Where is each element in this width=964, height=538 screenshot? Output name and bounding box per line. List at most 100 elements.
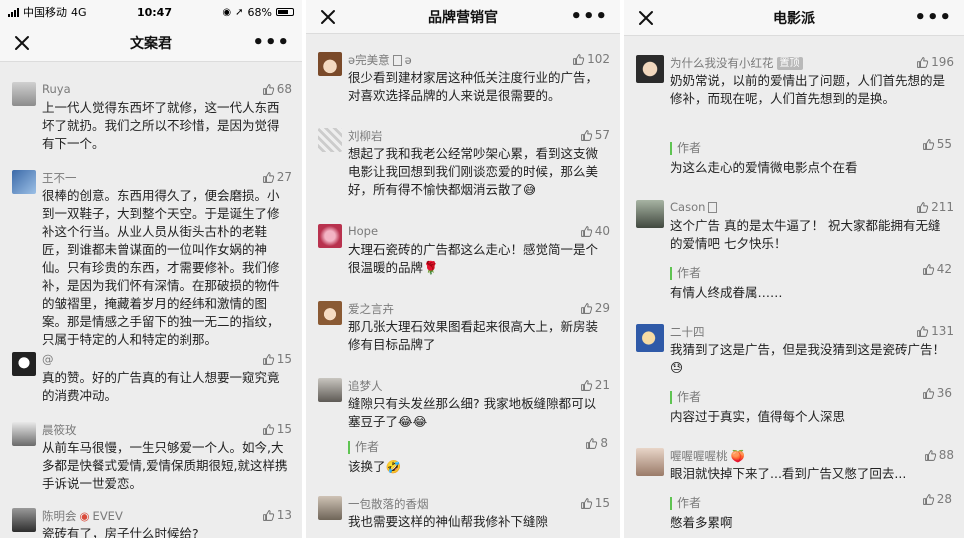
thumb-up-icon xyxy=(916,325,929,338)
thumb-up-icon xyxy=(262,353,275,366)
like-count: 42 xyxy=(936,262,952,276)
avatar[interactable] xyxy=(318,378,342,402)
comment-text: 想起了我和我老公经常吵架心累，看到这支微电影让我回想到我们刚谈恋爱的时候，那么美… xyxy=(348,146,599,197)
like-count: 57 xyxy=(594,128,610,142)
reply-like-button[interactable]: 8 xyxy=(585,436,608,450)
close-icon[interactable] xyxy=(12,33,32,53)
more-icon[interactable]: ••• xyxy=(914,8,952,27)
author-label: 作者 xyxy=(348,441,379,454)
commenter-name: 爱之言卉 xyxy=(348,302,394,316)
avatar[interactable] xyxy=(318,52,342,76)
thumb-up-icon xyxy=(262,171,275,184)
like-button[interactable]: 211 xyxy=(916,200,954,214)
reply-text: 该换了🤣 xyxy=(348,459,402,474)
like-button[interactable]: 68 xyxy=(262,82,292,96)
wechat-article-comments-panel: 电影派 ••• 为什么我没有小红花 置顶 196 奶奶常说，以前的爱情出了问题，人… xyxy=(624,0,964,538)
avatar[interactable] xyxy=(636,55,664,83)
like-count: 211 xyxy=(931,200,954,214)
avatar[interactable] xyxy=(12,422,36,446)
commenter-name: 追梦人 xyxy=(348,379,383,393)
comment-text: 很棒的创意。东西用得久了，便会磨损。小到一双鞋子，大到整个天空。于是诞生了修补这… xyxy=(42,188,280,347)
like-button[interactable]: 21 xyxy=(580,378,610,392)
commenter-name: Cason xyxy=(670,200,718,214)
reply-text: 内容过于真实，值得每个人深思 xyxy=(670,409,846,424)
author-reply: 作者 8 该换了🤣 xyxy=(348,436,608,476)
like-button[interactable]: 15 xyxy=(262,422,292,436)
commenter-name-suffix: EVEV xyxy=(92,509,123,523)
like-count: 29 xyxy=(594,301,610,315)
commenter-name-text: Cason xyxy=(670,200,706,214)
avatar[interactable] xyxy=(318,496,342,520)
thumb-up-icon xyxy=(580,129,593,142)
author-label: 作者 xyxy=(670,497,701,510)
avatar[interactable] xyxy=(12,352,36,376)
commenter-name: 王不一 xyxy=(42,171,77,185)
author-reply: 作者 42 有情人终成眷属…… xyxy=(670,262,952,302)
like-button[interactable]: 40 xyxy=(580,224,610,238)
like-button[interactable]: 27 xyxy=(262,170,292,184)
commenter-name-text: ә完美意 xyxy=(348,53,390,67)
nav-bar: 文案君 ••• xyxy=(0,24,302,62)
like-count: 196 xyxy=(931,55,954,69)
comment-text: 眼泪就快掉下来了...看到广告又憋了回去... xyxy=(670,466,907,481)
like-count: 13 xyxy=(276,508,292,522)
like-button[interactable]: 102 xyxy=(572,52,610,66)
commenter-name: 晨筱玫 xyxy=(42,423,77,437)
comment-text: 大理石瓷砖的广告都这么走心！感觉简一是个很温暖的品牌🌹 xyxy=(348,242,599,275)
reply-like-button[interactable]: 28 xyxy=(922,492,952,506)
commenter-name-text: 陈明会 xyxy=(42,509,77,523)
avatar[interactable] xyxy=(636,200,664,228)
commenter-name: Hope xyxy=(348,224,379,238)
placeholder-box-icon xyxy=(708,201,718,213)
commenter-name: @ xyxy=(42,352,54,366)
close-icon[interactable] xyxy=(636,8,656,28)
thumb-up-icon xyxy=(916,201,929,214)
comment-text: 从前车马很慢，一生只够爱一个人。如今,大多都是快餐式爱情,爱情保质期很短,就这样… xyxy=(42,440,288,491)
page-title: 品牌营销官 xyxy=(428,9,498,26)
alarm-icon: ➚ xyxy=(235,6,244,18)
peach-emoji: 🍑 xyxy=(730,449,745,463)
close-icon[interactable] xyxy=(318,7,338,27)
avatar[interactable] xyxy=(636,448,664,476)
reply-text: 为这么走心的爱情微电影点个在看 xyxy=(670,160,858,175)
network-type: 4G xyxy=(71,5,87,19)
commenter-name: 二十四 xyxy=(670,325,705,339)
comment-text: 很少看到建材家居这种低关注度行业的广告，对喜欢选择品牌的人来说是很需要的。 xyxy=(348,70,599,103)
like-button[interactable]: 13 xyxy=(262,508,292,522)
like-button[interactable]: 29 xyxy=(580,301,610,315)
avatar[interactable] xyxy=(12,508,36,532)
reply-like-button[interactable]: 55 xyxy=(922,137,952,151)
like-count: 21 xyxy=(594,378,610,392)
avatar[interactable] xyxy=(12,170,36,194)
author-label: 作者 xyxy=(670,391,701,404)
avatar[interactable] xyxy=(636,324,664,352)
like-button[interactable]: 131 xyxy=(916,324,954,338)
status-bar: 中国移动 4G 10:47 ◉ ➚ 68% xyxy=(0,0,302,24)
reply-text: 有情人终成眷属…… xyxy=(670,285,783,300)
thumb-up-icon xyxy=(922,493,935,506)
like-count: 15 xyxy=(276,352,292,366)
reply-like-button[interactable]: 42 xyxy=(922,262,952,276)
like-button[interactable]: 57 xyxy=(580,128,610,142)
like-button[interactable]: 88 xyxy=(924,448,954,462)
avatar[interactable] xyxy=(12,82,36,106)
avatar[interactable] xyxy=(318,301,342,325)
avatar[interactable] xyxy=(318,224,342,248)
more-icon[interactable]: ••• xyxy=(570,7,608,26)
carrier-name: 中国移动 xyxy=(23,6,67,19)
avatar[interactable] xyxy=(318,128,342,152)
nav-bar: 电影派 ••• xyxy=(624,0,964,36)
page-title: 文案君 xyxy=(130,35,172,52)
like-button[interactable]: 15 xyxy=(262,352,292,366)
commenter-name-text: 为什么我没有小红花 xyxy=(670,56,774,70)
thumb-up-icon xyxy=(916,56,929,69)
comment-text: 我也需要这样的神仙帮我修补下缝隙 xyxy=(348,514,549,529)
thumb-up-icon xyxy=(580,302,593,315)
sticker-icon: ◉ xyxy=(79,509,90,523)
commenter-name: 陈明会 ◉ EVEV xyxy=(42,508,123,524)
more-icon[interactable]: ••• xyxy=(252,33,290,52)
like-button[interactable]: 196 xyxy=(916,55,954,69)
reply-like-button[interactable]: 36 xyxy=(922,386,952,400)
like-count: 40 xyxy=(594,224,610,238)
like-button[interactable]: 15 xyxy=(580,496,610,510)
